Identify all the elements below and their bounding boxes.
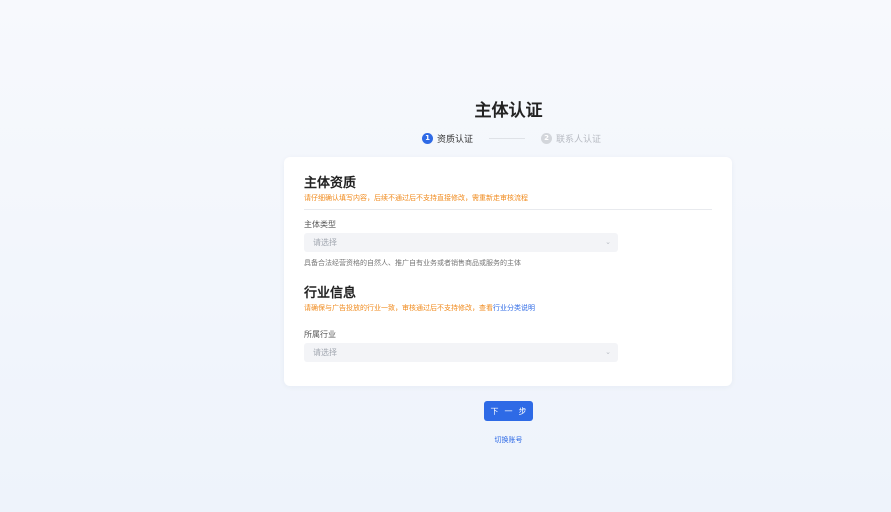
industry-select[interactable]: 请选择 ⌄ (304, 343, 618, 362)
qualification-warning: 请仔细确认填写内容，后续不通过后不支持直接修改，需重新走审核流程 (304, 194, 528, 202)
step-1-number: 1 (422, 132, 433, 144)
subject-type-label: 主体类型 (304, 220, 336, 229)
industry-section-title: 行业信息 (304, 286, 357, 301)
step-connector (489, 137, 526, 139)
step-2-number: 2 (541, 132, 553, 144)
chevron-down-icon: ⌄ (605, 348, 611, 356)
industry-label: 所属行业 (304, 330, 336, 339)
qualification-section-title: 主体资质 (304, 176, 357, 191)
industry-warning-text: 请确保与广告投放的行业一致，审核通过后不支持修改，查看 (304, 304, 493, 312)
industry-classification-link[interactable]: 行业分类说明 (493, 304, 535, 312)
form-card: 主体资质 请仔细确认填写内容，后续不通过后不支持直接修改，需重新走审核流程 主体… (284, 157, 732, 386)
step-contact: 2 联系人认证 (541, 132, 601, 145)
chevron-down-icon: ⌄ (605, 238, 611, 246)
step-1-label: 资质认证 (437, 134, 474, 145)
switch-account-link[interactable]: 切换账号 (0, 435, 891, 445)
step-2-label: 联系人认证 (556, 134, 602, 145)
step-qualification: 1 资质认证 (422, 132, 473, 145)
next-step-button[interactable]: 下一步 (484, 401, 533, 421)
step-indicator: 1 资质认证 2 联系人认证 (422, 131, 601, 145)
industry-placeholder: 请选择 (313, 348, 337, 357)
page-title: 主体认证 (474, 101, 543, 121)
subject-type-placeholder: 请选择 (313, 238, 337, 247)
industry-warning: 请确保与广告投放的行业一致，审核通过后不支持修改，查看行业分类说明 (304, 303, 535, 313)
subject-type-hint: 具备合法经营资格的自然人、推广自有业务或者销售商品或服务的主体 (304, 259, 521, 267)
section-divider (304, 209, 712, 210)
subject-type-select[interactable]: 请选择 ⌄ (304, 233, 618, 252)
